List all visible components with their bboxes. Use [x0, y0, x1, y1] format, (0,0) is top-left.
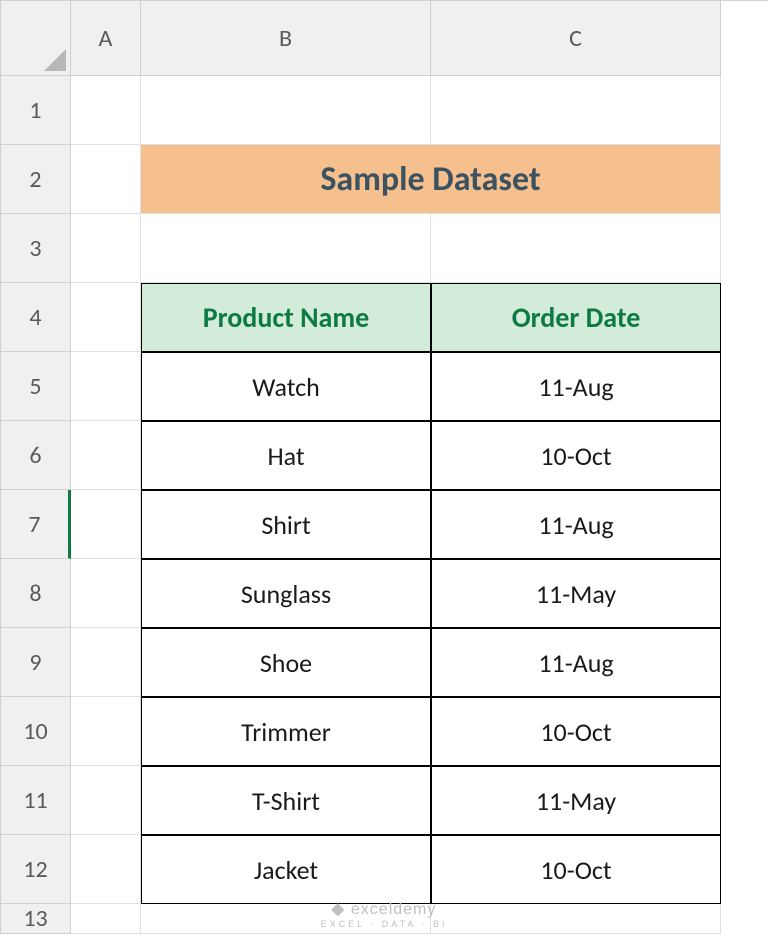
- cell-c12[interactable]: 10-Oct: [431, 835, 721, 904]
- col-header-c[interactable]: C: [431, 1, 721, 76]
- row-header-7[interactable]: 7: [1, 490, 71, 559]
- cell-c8[interactable]: 11-May: [431, 559, 721, 628]
- row-header-2[interactable]: 2: [1, 145, 71, 214]
- row-header-11[interactable]: 11: [1, 766, 71, 835]
- cell-b1[interactable]: [141, 76, 431, 145]
- spreadsheet-grid: A B C 1 2 Sample Dataset 3 4 Product Nam…: [0, 0, 768, 934]
- row-header-3[interactable]: 3: [1, 214, 71, 283]
- cell-a6[interactable]: [71, 421, 141, 490]
- cell-c10[interactable]: 10-Oct: [431, 697, 721, 766]
- watermark-tag: EXCEL · DATA · BI: [0, 919, 768, 929]
- cell-a9[interactable]: [71, 628, 141, 697]
- cell-a8[interactable]: [71, 559, 141, 628]
- col-header-a[interactable]: A: [71, 1, 141, 76]
- cell-a2[interactable]: [71, 145, 141, 214]
- row-header-10[interactable]: 10: [1, 697, 71, 766]
- header-product-name[interactable]: Product Name: [141, 283, 431, 352]
- cell-a7[interactable]: [71, 490, 141, 559]
- cell-b6[interactable]: Hat: [141, 421, 431, 490]
- cell-b9[interactable]: Shoe: [141, 628, 431, 697]
- cell-c6[interactable]: 10-Oct: [431, 421, 721, 490]
- cell-b12[interactable]: Jacket: [141, 835, 431, 904]
- row-header-5[interactable]: 5: [1, 352, 71, 421]
- row-header-12[interactable]: 12: [1, 835, 71, 904]
- cell-a10[interactable]: [71, 697, 141, 766]
- cell-c11[interactable]: 11-May: [431, 766, 721, 835]
- cell-c1[interactable]: [431, 76, 721, 145]
- title-cell[interactable]: Sample Dataset: [141, 145, 721, 214]
- row-header-8[interactable]: 8: [1, 559, 71, 628]
- cell-a5[interactable]: [71, 352, 141, 421]
- watermark-brand: exceldemy: [351, 901, 436, 918]
- cell-a12[interactable]: [71, 835, 141, 904]
- cell-b5[interactable]: Watch: [141, 352, 431, 421]
- cell-b8[interactable]: Sunglass: [141, 559, 431, 628]
- cell-c9[interactable]: 11-Aug: [431, 628, 721, 697]
- cell-b7[interactable]: Shirt: [141, 490, 431, 559]
- select-all-corner[interactable]: [1, 1, 71, 76]
- row-header-6[interactable]: 6: [1, 421, 71, 490]
- cell-c7[interactable]: 11-Aug: [431, 490, 721, 559]
- watermark: ◆ exceldemy EXCEL · DATA · BI: [0, 899, 768, 929]
- cell-a4[interactable]: [71, 283, 141, 352]
- watermark-icon: ◆: [332, 901, 345, 918]
- cell-c5[interactable]: 11-Aug: [431, 352, 721, 421]
- cell-b10[interactable]: Trimmer: [141, 697, 431, 766]
- row-header-1[interactable]: 1: [1, 76, 71, 145]
- cell-c3[interactable]: [431, 214, 721, 283]
- col-header-b[interactable]: B: [141, 1, 431, 76]
- cell-a1[interactable]: [71, 76, 141, 145]
- row-header-4[interactable]: 4: [1, 283, 71, 352]
- cell-a11[interactable]: [71, 766, 141, 835]
- row-header-9[interactable]: 9: [1, 628, 71, 697]
- cell-b11[interactable]: T-Shirt: [141, 766, 431, 835]
- cell-b3[interactable]: [141, 214, 431, 283]
- header-order-date[interactable]: Order Date: [431, 283, 721, 352]
- cell-a3[interactable]: [71, 214, 141, 283]
